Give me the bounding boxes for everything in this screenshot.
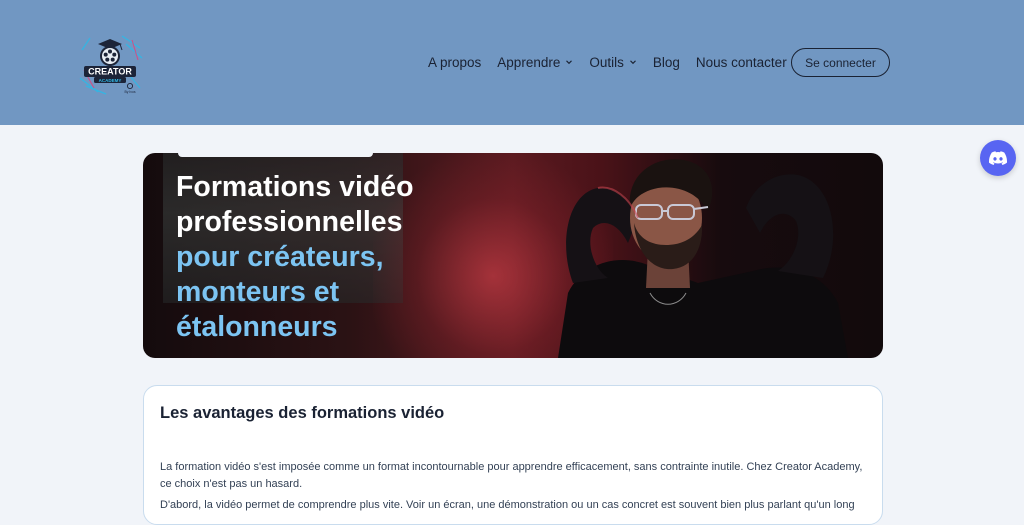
- logo-sub-text: ACADEMY: [99, 78, 122, 83]
- hero-title-line-1: Formations vidéo: [176, 171, 414, 203]
- discord-button[interactable]: [980, 140, 1016, 176]
- hero-banner: Formations vidéo professionnelles pour c…: [143, 153, 883, 358]
- site-header: CREATOR ACADEMY By Ivos A propos Apprend…: [0, 0, 1024, 125]
- chevron-down-icon: [566, 60, 573, 65]
- hero-title-line-3: pour créateurs,: [176, 241, 384, 274]
- nav-item-label: Nous contacter: [695, 54, 787, 70]
- nav-item-outils[interactable]: Outils: [589, 55, 637, 70]
- nav-item-label: A propos: [428, 54, 482, 70]
- hero-title-line-5: étalonneurs: [176, 311, 338, 344]
- hero-title: Formations vidéo professionnelles pour c…: [176, 170, 506, 345]
- advantages-paragraph-1: La formation vidéo s'est imposée comme u…: [160, 461, 863, 490]
- nav-item-a-propos[interactable]: A propos: [428, 55, 481, 70]
- hero-title-line-2: professionnelles: [176, 206, 403, 239]
- logo-tag-text: By Ivos: [124, 90, 135, 94]
- nav-item-label: Outils: [589, 54, 624, 70]
- creator-academy-logo[interactable]: CREATOR ACADEMY By Ivos: [76, 30, 144, 98]
- chevron-down-icon: [629, 60, 636, 65]
- hero-title-line-4: monteurs et: [176, 276, 340, 309]
- nav-item-label: Blog: [652, 54, 680, 70]
- advantages-card: Les avantages des formations vidéo La fo…: [143, 385, 883, 525]
- main-nav: A propos Apprendre Outils Blog Nous cont…: [428, 48, 787, 76]
- advantages-heading: Les avantages des formations vidéo: [160, 404, 445, 422]
- login-button[interactable]: Se connecter: [791, 48, 890, 77]
- logo-brand-text: CREATOR: [88, 67, 132, 77]
- nav-item-blog[interactable]: Blog: [653, 55, 680, 70]
- nav-item-label: Apprendre: [497, 54, 561, 70]
- advantages-paragraph-2: D'abord, la vidéo permet de comprendre p…: [160, 499, 855, 511]
- hero-person-image: [558, 159, 848, 358]
- nav-item-apprendre[interactable]: Apprendre: [497, 55, 573, 70]
- nav-item-nous-contacter[interactable]: Nous contacter: [696, 55, 787, 70]
- logo-graphic: CREATOR ACADEMY By Ivos: [79, 35, 143, 95]
- hero-notch: [178, 153, 373, 157]
- discord-icon: [989, 151, 1007, 165]
